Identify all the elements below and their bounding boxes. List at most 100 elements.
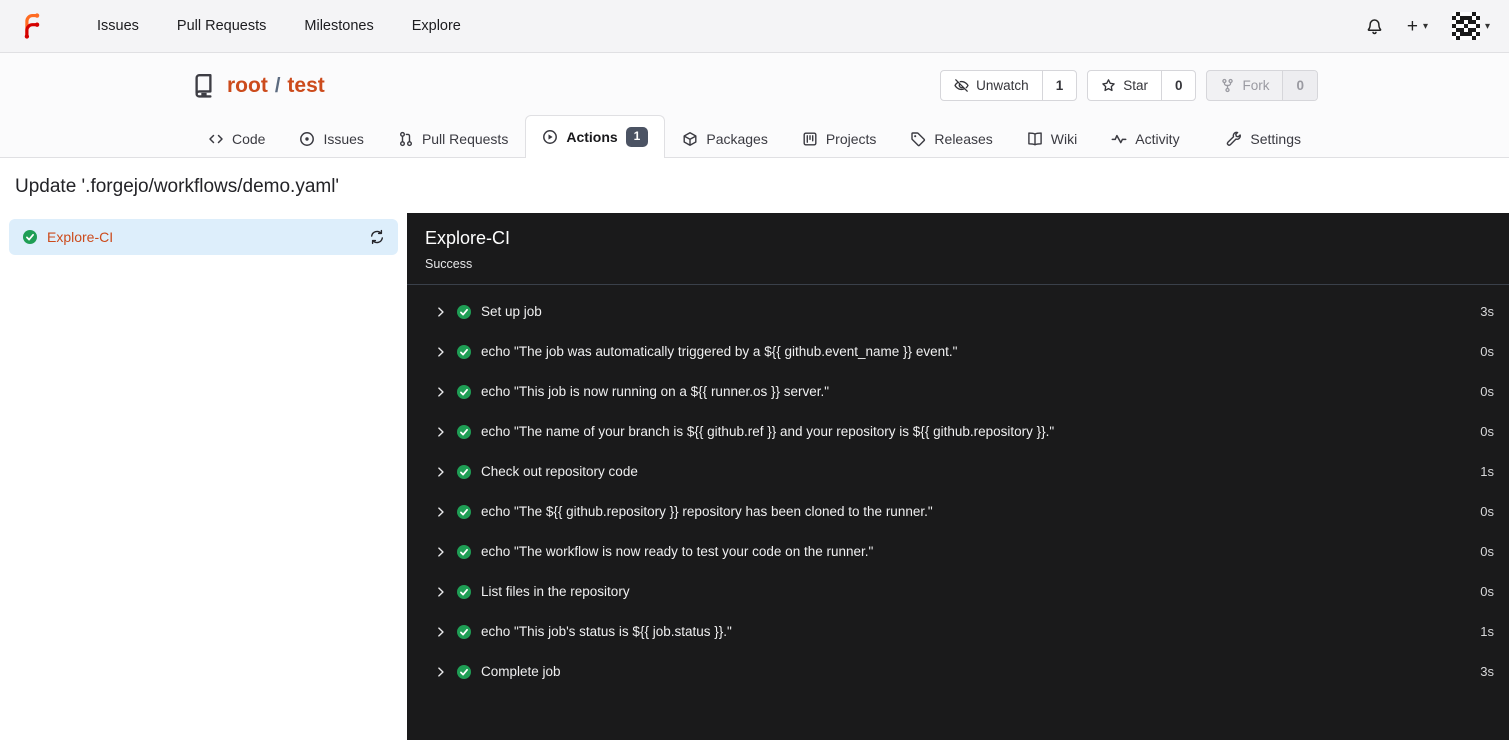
tab-issues[interactable]: Issues <box>282 119 380 158</box>
tab-actions[interactable]: Actions 1 <box>525 115 666 158</box>
step-name: echo "The name of your branch is ${{ git… <box>481 424 1055 440</box>
chevron-right-icon[interactable] <box>435 466 447 478</box>
fork-icon <box>1220 78 1235 93</box>
chevron-right-icon[interactable] <box>435 666 447 678</box>
top-navbar: Issues Pull Requests Milestones Explore … <box>0 0 1509 53</box>
tab-label: Issues <box>323 130 364 147</box>
user-menu-button[interactable]: ▾ <box>1451 12 1490 40</box>
chevron-right-icon[interactable] <box>435 346 447 358</box>
chevron-right-icon[interactable] <box>435 626 447 638</box>
job-step-row[interactable]: echo "The job was automatically triggere… <box>407 332 1509 372</box>
repo-owner-link[interactable]: root <box>227 74 268 98</box>
pull-request-icon <box>398 131 414 147</box>
caret-down-icon: ▾ <box>1422 20 1428 32</box>
job-step-row[interactable]: List files in the repository 0s <box>407 572 1509 612</box>
tab-releases[interactable]: Releases <box>893 119 1009 158</box>
star-icon <box>1101 78 1116 93</box>
step-duration: 3s <box>1480 304 1494 320</box>
repo-name: root / test <box>227 74 325 98</box>
repo-tabs: Code Issues Pull Requests Actions 1 Pack… <box>191 115 1318 158</box>
job-step-row[interactable]: Complete job 3s <box>407 652 1509 692</box>
forgejo-logo-icon <box>24 12 40 39</box>
chevron-right-icon[interactable] <box>435 306 447 318</box>
issues-icon <box>299 131 315 147</box>
notifications-button[interactable] <box>1366 18 1383 35</box>
rerun-job-button[interactable] <box>369 229 385 245</box>
step-duration: 0s <box>1480 344 1494 360</box>
success-icon <box>456 384 472 400</box>
step-duration: 1s <box>1480 464 1494 480</box>
repo-name-link[interactable]: test <box>287 74 324 98</box>
step-name: echo "The job was automatically triggere… <box>481 344 958 360</box>
wiki-icon <box>1027 131 1043 147</box>
button-count[interactable]: 1 <box>1041 71 1077 100</box>
actions-run-content: Explore-CI Explore-CI Success Set up job… <box>0 212 1509 740</box>
step-name: echo "The ${{ github.repository }} repos… <box>481 504 933 520</box>
button-count[interactable]: 0 <box>1160 71 1196 100</box>
repo-title-row: root / test Unwatch 1 Star 0 Fork 0 <box>191 70 1318 101</box>
job-step-row[interactable]: echo "The name of your branch is ${{ git… <box>407 412 1509 452</box>
step-duration: 0s <box>1480 544 1494 560</box>
button-count[interactable]: 0 <box>1282 71 1317 100</box>
tab-label: Wiki <box>1050 130 1078 147</box>
tab-label: Code <box>232 130 266 147</box>
chevron-right-icon[interactable] <box>435 586 447 598</box>
success-icon <box>456 424 472 440</box>
tab-pull-requests[interactable]: Pull Requests <box>381 119 525 158</box>
tab-code[interactable]: Code <box>191 119 282 158</box>
chevron-right-icon[interactable] <box>435 426 447 438</box>
tab-activity[interactable]: Activity <box>1094 119 1196 158</box>
tab-packages[interactable]: Packages <box>665 119 784 158</box>
job-step-row[interactable]: echo "This job is now running on a ${{ r… <box>407 372 1509 412</box>
job-list-item-explore-ci[interactable]: Explore-CI <box>9 218 398 255</box>
success-icon <box>456 544 472 560</box>
success-icon <box>22 229 38 245</box>
step-name: List files in the repository <box>481 584 630 600</box>
job-log-header: Explore-CI Success <box>407 213 1509 285</box>
nav-item-issues[interactable]: Issues <box>78 18 158 34</box>
step-name: Set up job <box>481 304 542 320</box>
job-step-row[interactable]: Check out repository code 1s <box>407 452 1509 492</box>
user-avatar <box>1451 12 1480 40</box>
nav-item-milestones[interactable]: Milestones <box>285 18 392 34</box>
nav-item-pull-requests[interactable]: Pull Requests <box>158 18 285 34</box>
button-label: Fork <box>1242 78 1270 93</box>
job-step-row[interactable]: echo "This job's status is ${{ job.statu… <box>407 612 1509 652</box>
job-status-text: Success <box>425 256 473 271</box>
forgejo-logo[interactable] <box>19 12 46 40</box>
topnav-links: Issues Pull Requests Milestones Explore <box>78 18 480 34</box>
tab-label: Activity <box>1135 130 1180 147</box>
tab-count-badge: 1 <box>625 127 649 147</box>
tab-label: Projects <box>825 130 877 147</box>
unwatch-button[interactable]: Unwatch 1 <box>940 70 1078 101</box>
avatar-identicon <box>1451 12 1480 40</box>
repo-icon <box>191 73 216 98</box>
chevron-right-icon[interactable] <box>435 546 447 558</box>
job-step-row[interactable]: echo "The workflow is now ready to test … <box>407 532 1509 572</box>
job-log-panel: Explore-CI Success Set up job 3s echo "T… <box>407 212 1509 740</box>
nav-item-explore[interactable]: Explore <box>393 18 480 34</box>
tab-settings[interactable]: Settings <box>1209 119 1318 158</box>
create-new-button[interactable]: + ▾ <box>1407 17 1428 36</box>
job-step-row[interactable]: Set up job 3s <box>407 292 1509 332</box>
fork-button[interactable]: Fork 0 <box>1206 70 1318 101</box>
jobs-sidebar: Explore-CI <box>0 212 407 740</box>
chevron-right-icon[interactable] <box>435 506 447 518</box>
job-step-row[interactable]: echo "The ${{ github.repository }} repos… <box>407 492 1509 532</box>
step-duration: 3s <box>1480 664 1494 680</box>
step-duration: 0s <box>1480 584 1494 600</box>
repo-path-separator: / <box>274 74 281 97</box>
job-steps-list: Set up job 3s echo "The job was automati… <box>407 285 1509 699</box>
actions-icon <box>542 129 558 145</box>
step-duration: 0s <box>1480 384 1494 400</box>
star-button[interactable]: Star 0 <box>1087 70 1197 101</box>
step-name: echo "The workflow is now ready to test … <box>481 544 874 560</box>
tab-label: Settings <box>1250 130 1301 147</box>
tab-wiki[interactable]: Wiki <box>1010 119 1094 158</box>
tab-label: Actions <box>566 128 618 145</box>
plus-icon: + <box>1406 15 1418 37</box>
tab-projects[interactable]: Projects <box>785 119 894 158</box>
tab-label: Packages <box>706 130 768 147</box>
chevron-right-icon[interactable] <box>435 386 447 398</box>
job-name: Explore-CI <box>47 228 114 245</box>
